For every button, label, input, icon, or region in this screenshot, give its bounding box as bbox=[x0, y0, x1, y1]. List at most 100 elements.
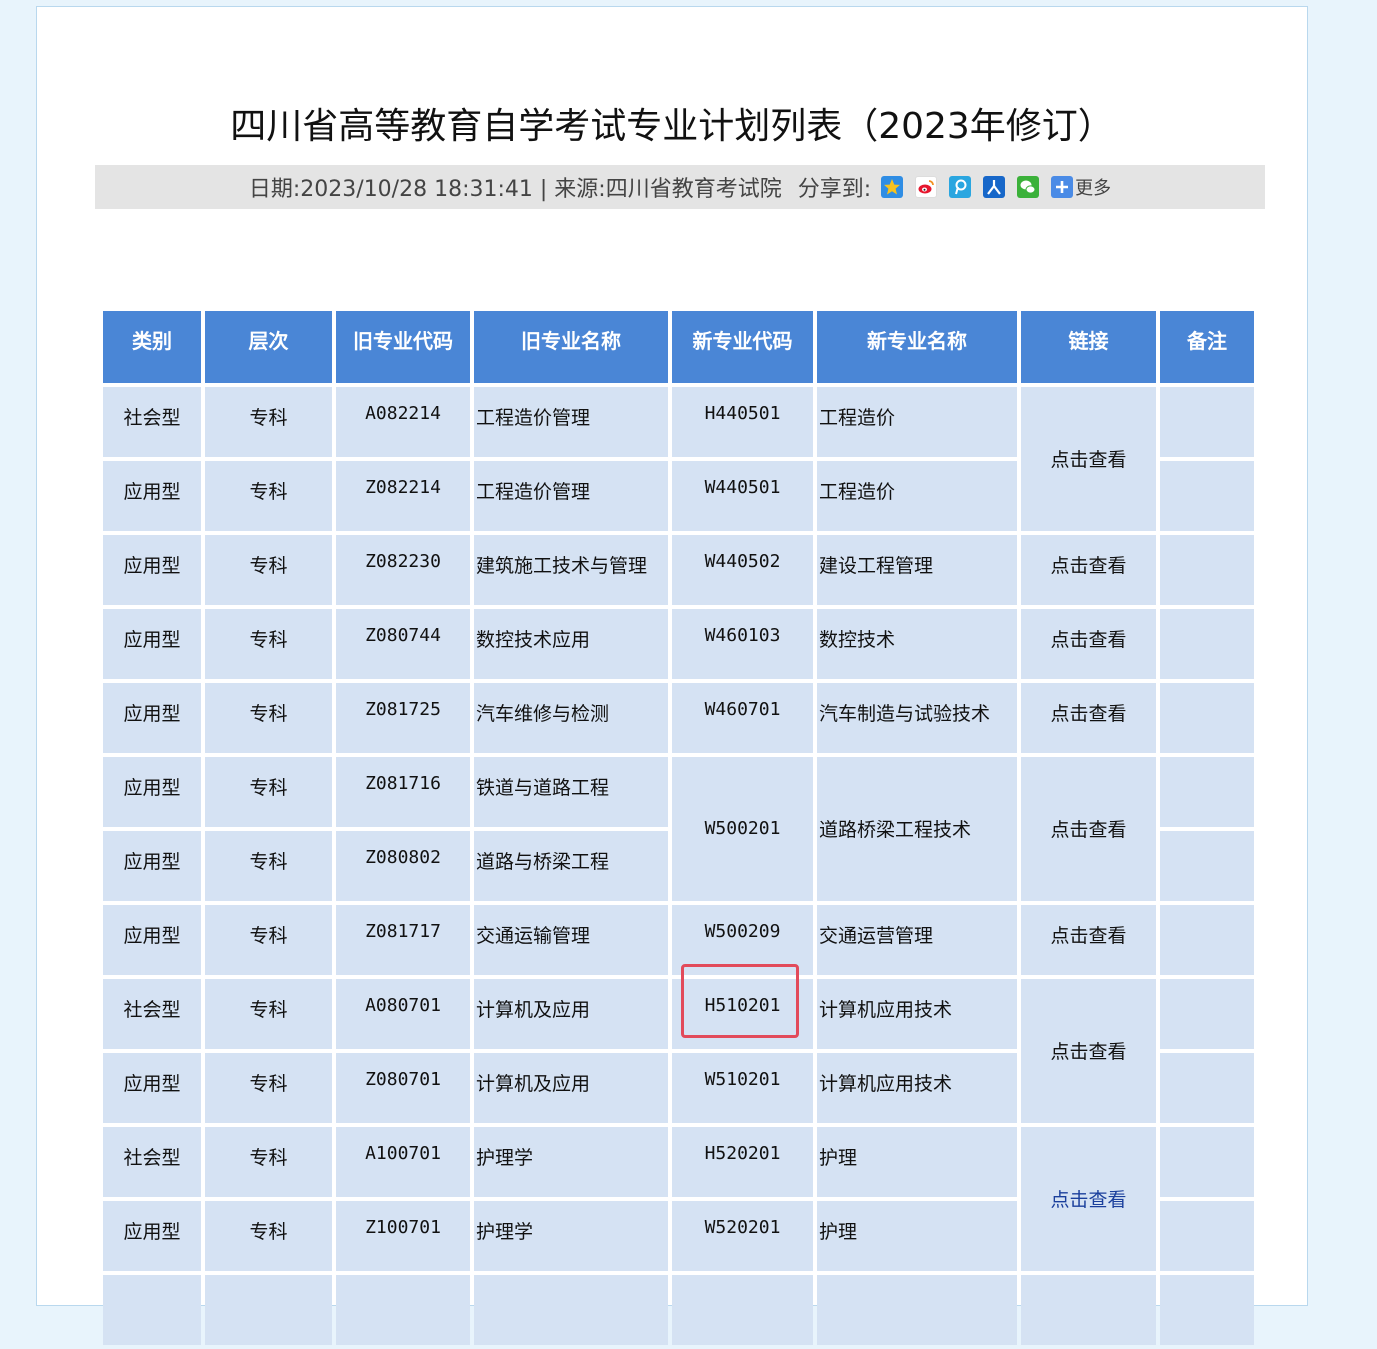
cell-new-code: H510201 bbox=[672, 979, 813, 1049]
cell-category: 社会型 bbox=[103, 979, 201, 1049]
cell-link: 点击查看 bbox=[1021, 905, 1156, 975]
cell-old-name: 计算机及应用 bbox=[474, 1053, 668, 1123]
view-link[interactable]: 点击查看 bbox=[1050, 925, 1126, 947]
view-link[interactable]: 点击查看 bbox=[1050, 449, 1126, 471]
cell-old-name: 护理学 bbox=[474, 1201, 668, 1271]
cell-level: 专科 bbox=[205, 831, 332, 901]
view-link[interactable]: 点击查看 bbox=[1050, 555, 1126, 577]
cell-category bbox=[103, 1275, 201, 1345]
table-row bbox=[103, 1275, 1254, 1345]
cell-level: 专科 bbox=[205, 609, 332, 679]
share-icons: 更多 bbox=[881, 174, 1111, 200]
view-link[interactable]: 点击查看 bbox=[1050, 1041, 1126, 1063]
header-level: 层次 bbox=[205, 311, 332, 383]
cell-old-code: A100701 bbox=[336, 1127, 470, 1197]
article-container: 四川省高等教育自学考试专业计划列表（2023年修订） 日期:2023/10/28… bbox=[36, 6, 1308, 1345]
weibo-icon[interactable] bbox=[915, 176, 938, 198]
cell-old-name: 工程造价管理 bbox=[474, 461, 668, 531]
cell-old-name: 铁道与道路工程 bbox=[474, 757, 668, 827]
cell-category: 应用型 bbox=[103, 757, 201, 827]
cell-level: 专科 bbox=[205, 683, 332, 753]
cell-level: 专科 bbox=[205, 387, 332, 457]
cell-old-name: 数控技术应用 bbox=[474, 609, 668, 679]
cell-new-code: H440501 bbox=[672, 387, 813, 457]
table-row: 社会型 专科 A100701 护理学 H520201 护理 点击查看 bbox=[103, 1127, 1254, 1271]
cell-remarks bbox=[1160, 609, 1254, 679]
share-more-link[interactable]: 更多 bbox=[1075, 174, 1111, 200]
cell-new-name: 汽车制造与试验技术 bbox=[817, 683, 1017, 753]
cell-remarks bbox=[1160, 1275, 1254, 1345]
view-link[interactable]: 点击查看 bbox=[1050, 819, 1126, 841]
tencent-weibo-icon[interactable] bbox=[949, 176, 972, 198]
header-category: 类别 bbox=[103, 311, 201, 383]
header-link: 链接 bbox=[1021, 311, 1156, 383]
cell-level: 专科 bbox=[205, 1053, 332, 1123]
table-row: 应用型 专科 Z081725 汽车维修与检测 W460701 汽车制造与试验技术… bbox=[103, 683, 1254, 753]
cell-category: 社会型 bbox=[103, 1127, 201, 1197]
cell-old-code: Z082230 bbox=[336, 535, 470, 605]
cell-category: 应用型 bbox=[103, 1053, 201, 1123]
cell-remarks bbox=[1160, 831, 1254, 901]
cell-category: 应用型 bbox=[103, 905, 201, 975]
cell-new-name: 建设工程管理 bbox=[817, 535, 1017, 605]
cell-old-code: Z080802 bbox=[336, 831, 470, 901]
cell-level bbox=[205, 1275, 332, 1345]
cell-old-name bbox=[474, 1275, 668, 1345]
cell-remarks bbox=[1160, 683, 1254, 753]
cell-old-name: 交通运输管理 bbox=[474, 905, 668, 975]
table-row: 社会型 专科 A082214 工程造价管理 H440501 工程造价 点击查看 bbox=[103, 387, 1254, 531]
cell-remarks bbox=[1160, 757, 1254, 827]
cell-new-name: 工程造价 bbox=[817, 461, 1017, 531]
cell-new-code: W440501 bbox=[672, 461, 813, 531]
cell-category: 社会型 bbox=[103, 387, 201, 457]
cell-new-name: 计算机应用技术 bbox=[817, 1053, 1017, 1123]
cell-category: 应用型 bbox=[103, 535, 201, 605]
header-new-name: 新专业名称 bbox=[817, 311, 1017, 383]
more-plus-icon[interactable] bbox=[1051, 176, 1074, 198]
cell-old-name: 工程造价管理 bbox=[474, 387, 668, 457]
wechat-icon[interactable] bbox=[1017, 176, 1040, 198]
cell-old-code: Z081717 bbox=[336, 905, 470, 975]
qzone-icon[interactable] bbox=[881, 176, 904, 198]
cell-old-code: Z081725 bbox=[336, 683, 470, 753]
major-plan-table-wrapper: 类别 层次 旧专业代码 旧专业名称 新专业代码 新专业名称 链接 备注 社会型 … bbox=[99, 307, 1258, 1349]
cell-category: 应用型 bbox=[103, 1201, 201, 1271]
cell-link: 点击查看 bbox=[1021, 609, 1156, 679]
cell-category: 应用型 bbox=[103, 461, 201, 531]
table-row: 应用型 专科 Z081716 铁道与道路工程 W500201 道路桥梁工程技术 … bbox=[103, 757, 1254, 901]
cell-old-code: Z082214 bbox=[336, 461, 470, 531]
cell-old-name: 建筑施工技术与管理 bbox=[474, 535, 668, 605]
view-link-visited[interactable]: 点击查看 bbox=[1050, 1189, 1126, 1211]
article-meta-bar: 日期:2023/10/28 18:31:41 | 来源:四川省教育考试院 分享到… bbox=[95, 165, 1265, 209]
cell-new-name: 交通运营管理 bbox=[817, 905, 1017, 975]
renren-icon[interactable] bbox=[983, 176, 1006, 198]
cell-old-name: 汽车维修与检测 bbox=[474, 683, 668, 753]
view-link[interactable]: 点击查看 bbox=[1050, 629, 1126, 651]
cell-old-code: Z081716 bbox=[336, 757, 470, 827]
cell-level: 专科 bbox=[205, 1201, 332, 1271]
cell-level: 专科 bbox=[205, 535, 332, 605]
cell-level: 专科 bbox=[205, 461, 332, 531]
cell-new-code: W500201 bbox=[672, 757, 813, 901]
cell-new-code: W460701 bbox=[672, 683, 813, 753]
cell-new-name: 数控技术 bbox=[817, 609, 1017, 679]
cell-new-code: W460103 bbox=[672, 609, 813, 679]
cell-old-code: A082214 bbox=[336, 387, 470, 457]
cell-old-code bbox=[336, 1275, 470, 1345]
header-remarks: 备注 bbox=[1160, 311, 1254, 383]
share-label: 分享到: bbox=[797, 177, 872, 202]
cell-new-name: 护理 bbox=[817, 1127, 1017, 1197]
cell-old-name: 护理学 bbox=[474, 1127, 668, 1197]
cell-link: 点击查看 bbox=[1021, 757, 1156, 901]
cell-new-name: 道路桥梁工程技术 bbox=[817, 757, 1017, 901]
view-link[interactable]: 点击查看 bbox=[1050, 703, 1126, 725]
cell-new-code: W440502 bbox=[672, 535, 813, 605]
header-new-code: 新专业代码 bbox=[672, 311, 813, 383]
cell-remarks bbox=[1160, 1127, 1254, 1197]
cell-new-code: W500209 bbox=[672, 905, 813, 975]
cell-link bbox=[1021, 1275, 1156, 1345]
cell-old-name: 道路与桥梁工程 bbox=[474, 831, 668, 901]
cell-level: 专科 bbox=[205, 979, 332, 1049]
cell-old-name: 计算机及应用 bbox=[474, 979, 668, 1049]
page-title: 四川省高等教育自学考试专业计划列表（2023年修订） bbox=[230, 106, 1114, 147]
